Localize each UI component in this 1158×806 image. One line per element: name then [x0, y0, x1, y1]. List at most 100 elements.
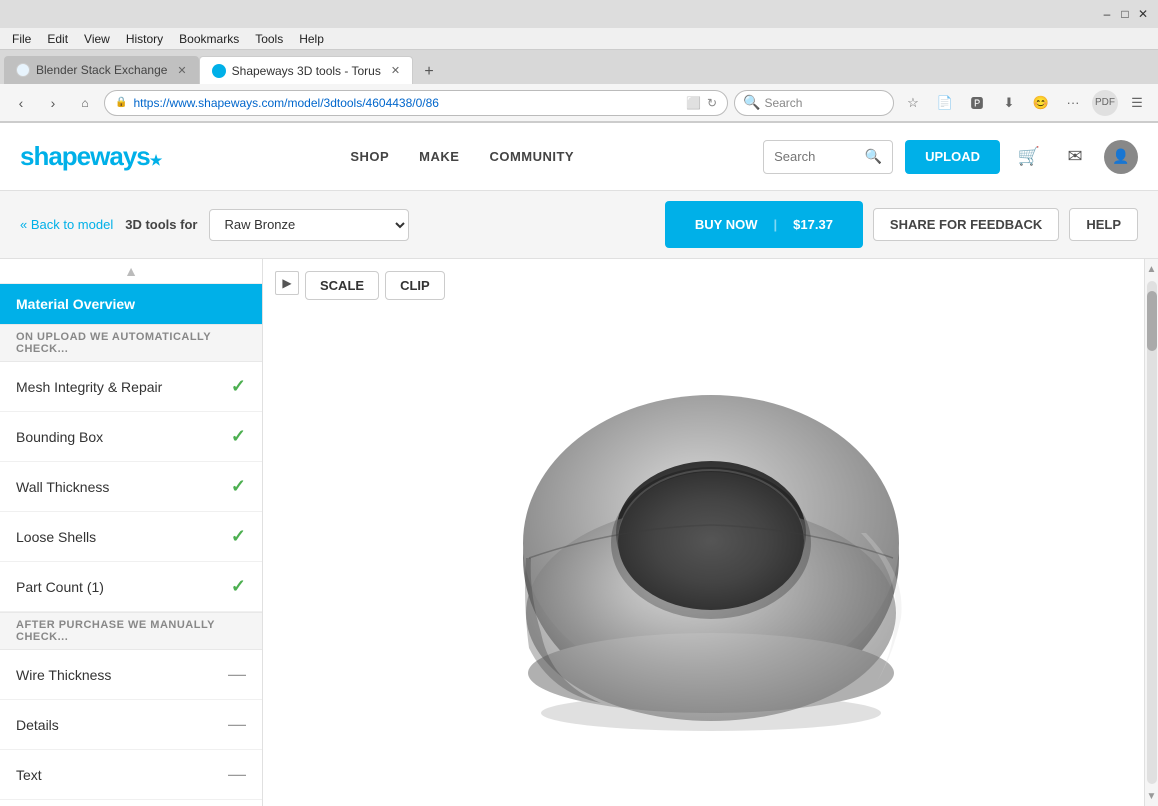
address-bar: ‹ › ⌂ 🔒 https://www.shapeways.com/model/… [0, 84, 1158, 122]
sync-button[interactable]: 😊 [1028, 90, 1054, 116]
nav-shop[interactable]: SHOP [350, 149, 389, 164]
pdf-button[interactable]: PDF [1092, 90, 1118, 116]
check-wire-status: — [228, 664, 246, 685]
check-wall-thickness[interactable]: Wall Thickness ✓ [0, 462, 262, 512]
browser-search-box[interactable]: 🔍 Search [734, 90, 894, 116]
url-box[interactable]: 🔒 https://www.shapeways.com/model/3dtool… [104, 90, 728, 116]
check-wall-status: ✓ [231, 476, 246, 497]
mail-button[interactable]: ✉ [1058, 140, 1092, 174]
check-part-count[interactable]: Part Count (1) ✓ [0, 562, 262, 612]
tab-blender[interactable]: Blender Stack Exchange ✕ [4, 56, 199, 84]
site-search-box[interactable]: 🔍 [763, 140, 893, 174]
check-details-status: — [228, 714, 246, 735]
back-nav-button[interactable]: ‹ [8, 90, 34, 116]
torus-model-svg [471, 323, 951, 743]
left-panel: ▲ Material Overview ON UPLOAD WE AUTOMAT… [0, 259, 263, 806]
maximize-button[interactable]: □ [1118, 7, 1132, 21]
check-mesh-integrity[interactable]: Mesh Integrity & Repair ✓ [0, 362, 262, 412]
title-bar: – □ ✕ [0, 0, 1158, 28]
help-button[interactable]: HELP [1069, 208, 1138, 241]
avatar-icon: 👤 [1112, 148, 1129, 165]
close-button[interactable]: ✕ [1136, 7, 1150, 21]
upload-button[interactable]: UPLOAD [905, 140, 1000, 174]
site-header: shapeways★ SHOP MAKE COMMUNITY 🔍 UPLOAD … [0, 123, 1158, 191]
browser-chrome: – □ ✕ File Edit View History Bookmarks T… [0, 0, 1158, 123]
check-loose-shells[interactable]: Loose Shells ✓ [0, 512, 262, 562]
manual-check-label: AFTER PURCHASE WE MANUALLY CHECK... [0, 612, 262, 650]
check-wire-thickness[interactable]: Wire Thickness — [0, 650, 262, 700]
check-shells-status: ✓ [231, 526, 246, 547]
reload-button[interactable]: ↻ [707, 96, 717, 110]
forward-nav-button[interactable]: › [40, 90, 66, 116]
material-overview-header[interactable]: Material Overview [0, 284, 262, 324]
tab-shapeways[interactable]: Shapeways 3D tools - Torus ✕ [199, 56, 413, 84]
overflow-button[interactable]: ··· [1060, 90, 1086, 116]
minimize-button[interactable]: – [1100, 7, 1114, 21]
check-mesh-status: ✓ [231, 376, 246, 397]
check-wall-label: Wall Thickness [16, 479, 109, 495]
menu-edit[interactable]: Edit [39, 32, 76, 46]
tab-label-blender: Blender Stack Exchange [36, 63, 167, 77]
avatar[interactable]: 👤 [1104, 140, 1138, 174]
nav-community[interactable]: COMMUNITY [489, 149, 574, 164]
home-button[interactable]: ⌂ [72, 90, 98, 116]
scrollbar-down-button[interactable]: ▼ [1145, 786, 1158, 806]
download-button[interactable]: ⬇ [996, 90, 1022, 116]
tabs-bar: Blender Stack Exchange ✕ Shapeways 3D to… [0, 50, 1158, 84]
nav-make[interactable]: MAKE [419, 149, 459, 164]
page-content: shapeways★ SHOP MAKE COMMUNITY 🔍 UPLOAD … [0, 123, 1158, 806]
pocket-button[interactable]: 🅿 [964, 90, 990, 116]
menu-tools[interactable]: Tools [247, 32, 291, 46]
check-details-label: Details [16, 717, 59, 733]
cart-button[interactable]: 🛒 [1012, 140, 1046, 174]
material-select[interactable]: Raw Bronze Polished Bronze Silver Gold S… [209, 209, 409, 241]
menu-help[interactable]: Help [291, 32, 332, 46]
menu-file[interactable]: File [4, 32, 39, 46]
torus-inner-fill [618, 472, 804, 610]
site-logo: shapeways★ [20, 141, 161, 172]
check-text[interactable]: Text — [0, 750, 262, 800]
new-tab-button[interactable]: + [417, 60, 441, 84]
browser-search-icon: 🔍 [743, 94, 760, 111]
viewer-scrollbar[interactable]: ▲ ▼ [1144, 259, 1158, 806]
back-to-model-link[interactable]: « Back to model [20, 217, 113, 232]
menu-bookmarks[interactable]: Bookmarks [171, 32, 247, 46]
auto-check-label: ON UPLOAD WE AUTOMATICALLY CHECK... [0, 324, 262, 362]
menu-open-button[interactable]: ☰ [1124, 90, 1150, 116]
viewer-toolbar: ▶ SCALE CLIP [275, 271, 445, 300]
check-bounding-box[interactable]: Bounding Box ✓ [0, 412, 262, 462]
bookmark-button[interactable]: ☆ [900, 90, 926, 116]
page-toolbar: « Back to model 3D tools for Raw Bronze … [0, 191, 1158, 259]
three-d-label: 3D tools for [125, 217, 197, 232]
3d-model-container[interactable] [471, 323, 951, 743]
panel-scroll-up-arrow[interactable]: ▲ [124, 263, 138, 279]
panel-toggle-button[interactable]: ▶ [275, 271, 299, 295]
main-content: ▲ Material Overview ON UPLOAD WE AUTOMAT… [0, 259, 1158, 806]
buy-divider: | [774, 217, 778, 232]
scale-button[interactable]: SCALE [305, 271, 379, 300]
scrollbar-up-arrow: ▲ [1147, 264, 1157, 275]
scrollbar-up-button[interactable]: ▲ [1145, 259, 1158, 279]
lock-icon: 🔒 [115, 97, 127, 108]
check-bounding-status: ✓ [231, 426, 246, 447]
tab-favicon-shapeways [212, 64, 226, 78]
share-feedback-button[interactable]: SHARE FOR FEEDBACK [873, 208, 1059, 241]
tab-close-shapeways[interactable]: ✕ [391, 64, 400, 77]
buy-now-label: BUY NOW [681, 209, 772, 240]
check-part-clearance[interactable]: Part Clearance — [0, 800, 262, 806]
tab-close-blender[interactable]: ✕ [177, 64, 186, 77]
toolbar-right: BUY NOW | $17.37 SHARE FOR FEEDBACK HELP [665, 201, 1138, 248]
site-search-icon: 🔍 [865, 148, 882, 165]
browser-search-placeholder: Search [764, 96, 802, 110]
clip-button[interactable]: CLIP [385, 271, 445, 300]
menu-view[interactable]: View [76, 32, 118, 46]
toolbar-left: « Back to model 3D tools for Raw Bronze … [20, 209, 409, 241]
site-search-input[interactable] [774, 149, 859, 164]
reader-button[interactable]: 📄 [932, 90, 958, 116]
check-details[interactable]: Details — [0, 700, 262, 750]
menu-bar: File Edit View History Bookmarks Tools H… [0, 28, 1158, 50]
menu-history[interactable]: History [118, 32, 171, 46]
buy-now-button[interactable]: BUY NOW | $17.37 [665, 201, 863, 248]
check-text-label: Text [16, 767, 42, 783]
scrollbar-thumb[interactable] [1147, 291, 1157, 351]
